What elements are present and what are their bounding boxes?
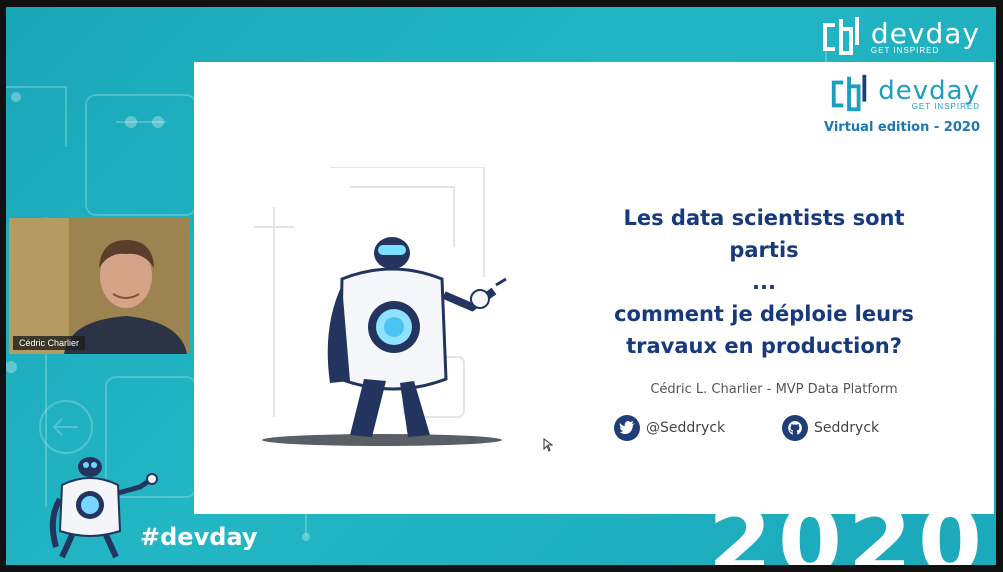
title-line: comment je déploie leurs <box>614 302 914 326</box>
twitter-icon <box>614 415 640 441</box>
edition-label: Virtual edition - 2020 <box>824 120 980 135</box>
stream-background: devday GET INSPIRED #devday 2020 Cédric … <box>6 7 996 565</box>
github-link[interactable]: Seddryck <box>782 415 879 441</box>
speaker-name-tag: Cédric Charlier <box>13 336 86 350</box>
devday-logo-top: devday GET INSPIRED <box>819 15 980 57</box>
mouse-cursor-icon <box>543 438 553 452</box>
devday-logo-slide: devday GET INSPIRED Virtual edition - 20… <box>824 72 980 135</box>
devday-logo-icon <box>832 74 867 112</box>
hashtag-label: #devday <box>140 523 258 551</box>
title-line: ... <box>752 270 776 294</box>
presentation-slide: devday GET INSPIRED Virtual edition - 20… <box>194 62 994 514</box>
title-line: partis <box>729 238 799 262</box>
speaker-video <box>9 218 189 354</box>
speaker-webcam: Cédric Charlier <box>9 218 189 354</box>
twitter-link[interactable]: @Seddryck <box>614 415 725 441</box>
github-icon <box>782 415 808 441</box>
robot-illustration <box>254 167 507 446</box>
title-line: travaux en production? <box>626 334 902 358</box>
slide-title: Les data scientists sont partis ... comm… <box>549 202 979 362</box>
title-line: Les data scientists sont <box>623 206 905 230</box>
devday-logo-icon <box>822 17 859 55</box>
speaker-credit: Cédric L. Charlier - MVP Data Platform <box>650 382 898 397</box>
github-handle: Seddryck <box>814 420 880 436</box>
twitter-handle: @Seddryck <box>646 420 726 436</box>
